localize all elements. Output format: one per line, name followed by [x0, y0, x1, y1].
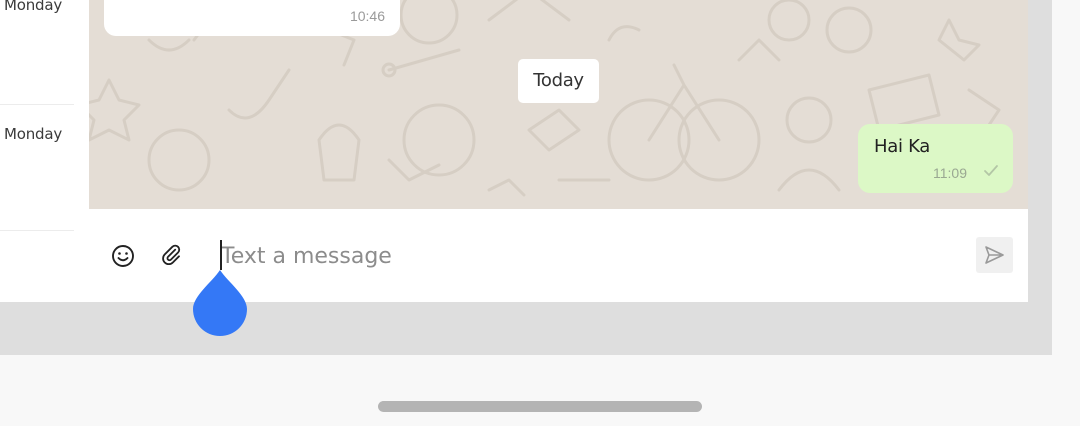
chat-list: Monday Monday — [0, 0, 89, 302]
send-icon — [985, 246, 1004, 264]
chat-list-item-time: Monday — [4, 0, 63, 14]
horizontal-scrollbar[interactable] — [378, 401, 702, 412]
single-check-icon — [984, 165, 998, 176]
message-time: 10:46 — [349, 8, 385, 24]
date-divider: Today — [518, 59, 599, 103]
send-button[interactable] — [976, 237, 1013, 273]
app-frame: Monday Monday 10:46 Today Hai Ka 11:09 T… — [0, 0, 1052, 355]
message-time: 11:09 — [933, 165, 967, 181]
text-caret — [220, 240, 222, 270]
chat-list-item[interactable] — [0, 231, 74, 301]
message-text: Hai Ka — [874, 136, 931, 157]
chat-list-item[interactable]: Monday — [0, 105, 74, 231]
message-input[interactable] — [221, 236, 921, 276]
text-selection-handle[interactable] — [193, 268, 247, 336]
smiley-icon[interactable] — [111, 244, 135, 268]
conversation-area: 10:46 Today Hai Ka 11:09 — [89, 0, 1028, 209]
outgoing-message-bubble[interactable]: Hai Ka 11:09 — [858, 124, 1013, 193]
chat-list-item-time: Monday — [4, 125, 63, 143]
paperclip-icon[interactable] — [161, 244, 185, 268]
incoming-message-bubble[interactable]: 10:46 — [104, 0, 400, 36]
chat-list-item[interactable]: Monday — [0, 0, 74, 105]
